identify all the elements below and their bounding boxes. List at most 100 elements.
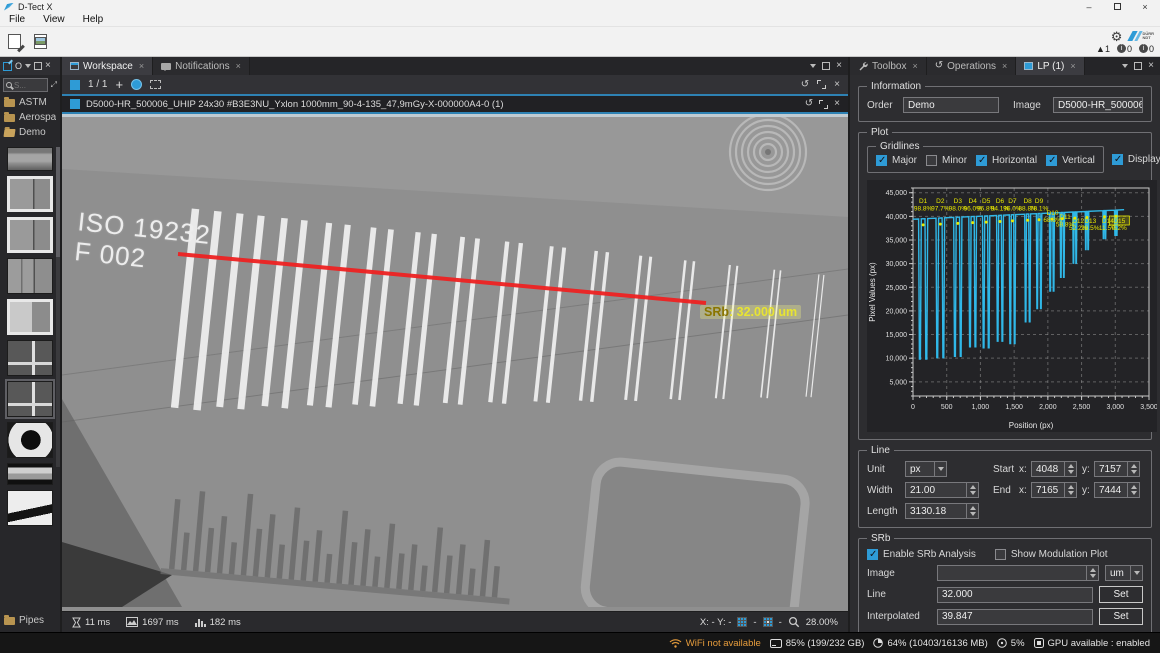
sidebar-scrollbar[interactable] bbox=[56, 147, 60, 467]
start-x-spinner[interactable] bbox=[1065, 461, 1077, 477]
tab-workspace[interactable]: Workspace × bbox=[62, 57, 153, 75]
xray-image-viewport[interactable]: ISO 19232 F 002 SRb: 32.000 um bbox=[62, 114, 848, 611]
order-filter-button[interactable]: O bbox=[15, 61, 22, 71]
add-view-button[interactable]: + bbox=[115, 77, 123, 92]
srb-image-spinner[interactable] bbox=[1087, 565, 1099, 581]
settings-gear-icon[interactable]: ⚙ bbox=[1111, 30, 1123, 43]
menu-view[interactable]: View bbox=[34, 14, 74, 25]
close-icon[interactable]: × bbox=[834, 80, 840, 90]
folder-icon bbox=[4, 617, 15, 625]
checkbox-enable-srb[interactable] bbox=[867, 549, 878, 560]
info-counter[interactable]: i0 bbox=[1139, 44, 1154, 54]
chevron-down-icon[interactable] bbox=[25, 64, 31, 68]
image-select-icon[interactable] bbox=[70, 99, 80, 109]
image-thumbnail[interactable] bbox=[7, 340, 53, 376]
unit-select[interactable]: px bbox=[905, 461, 935, 477]
image-thumbnail[interactable] bbox=[7, 217, 53, 253]
set-line-button[interactable]: Set bbox=[1099, 586, 1143, 603]
checkbox-minor[interactable] bbox=[926, 155, 937, 166]
image-thumbnail[interactable] bbox=[7, 422, 53, 458]
close-tab-icon[interactable]: × bbox=[912, 61, 917, 71]
length-field[interactable]: 3130.18 bbox=[905, 503, 967, 519]
srb-interpolated-field[interactable]: 39.847 bbox=[937, 609, 1093, 625]
start-y-spinner[interactable] bbox=[1128, 461, 1140, 477]
grid-value-icon[interactable] bbox=[737, 617, 747, 627]
error-counter[interactable]: i0 bbox=[1117, 44, 1132, 54]
tab-notifications[interactable]: Notifications × bbox=[153, 57, 250, 75]
checkbox-show-modulation[interactable] bbox=[995, 549, 1006, 560]
checkbox-major[interactable] bbox=[876, 155, 887, 166]
zoom-level[interactable]: 28.00% bbox=[806, 617, 838, 628]
image-thumbnail[interactable] bbox=[7, 176, 53, 212]
end-y-field[interactable]: 7444 bbox=[1094, 482, 1128, 498]
tab-operations[interactable]: ↺ Operations × bbox=[927, 57, 1017, 75]
minimize-button[interactable]: – bbox=[1078, 1, 1100, 13]
start-y-field[interactable]: 7157 bbox=[1094, 461, 1128, 477]
image-report-icon[interactable] bbox=[32, 33, 52, 51]
srb-line-field[interactable]: 32.000 bbox=[937, 587, 1093, 603]
sidebar-item-astm[interactable]: ASTM bbox=[0, 95, 60, 110]
srb-unit-dropdown-icon[interactable] bbox=[1131, 565, 1143, 581]
tab-lp[interactable]: LP (1) × bbox=[1016, 57, 1084, 75]
image-thumbnail[interactable] bbox=[7, 463, 53, 485]
close-tab-icon[interactable]: × bbox=[1070, 61, 1075, 71]
image-thumbnail[interactable] bbox=[7, 147, 53, 171]
length-spinner[interactable] bbox=[967, 503, 979, 519]
fullscreen-icon[interactable] bbox=[817, 80, 826, 89]
edit-icon[interactable] bbox=[3, 62, 12, 71]
close-image-icon[interactable]: × bbox=[834, 99, 840, 109]
checkbox-display-inverted[interactable] bbox=[1112, 154, 1123, 165]
popout-icon[interactable] bbox=[34, 62, 42, 70]
close-button[interactable]: × bbox=[1134, 1, 1156, 13]
select-all-icon[interactable] bbox=[70, 80, 80, 90]
expand-icon[interactable]: ⤢ bbox=[51, 80, 57, 90]
sidebar-item-pipes[interactable]: Pipes bbox=[0, 613, 60, 628]
grid-median-icon[interactable] bbox=[763, 617, 773, 627]
chevron-down-icon[interactable] bbox=[810, 64, 816, 68]
srb-image-field[interactable] bbox=[937, 565, 1087, 581]
close-icon[interactable]: × bbox=[1148, 61, 1154, 71]
close-icon[interactable]: × bbox=[836, 61, 842, 71]
menu-file[interactable]: File bbox=[0, 14, 34, 25]
error-icon: i bbox=[1117, 44, 1126, 53]
popout-icon[interactable] bbox=[822, 62, 830, 70]
checkbox-vertical[interactable] bbox=[1046, 155, 1057, 166]
start-x-field[interactable]: 4048 bbox=[1031, 461, 1065, 477]
menu-help[interactable]: Help bbox=[74, 14, 113, 25]
image-thumbnail[interactable] bbox=[7, 258, 53, 294]
close-tab-icon[interactable]: × bbox=[1002, 61, 1007, 71]
tab-toolbox[interactable]: Toolbox × bbox=[850, 57, 927, 75]
warning-counter[interactable]: ▲1 bbox=[1096, 44, 1110, 54]
line-profile-chart[interactable]: 05001,0001,5002,0002,5003,0003,5005,0001… bbox=[867, 180, 1143, 435]
popout-icon[interactable] bbox=[1134, 62, 1142, 70]
refresh-icon[interactable]: ↺ bbox=[805, 99, 813, 109]
close-tab-icon[interactable]: × bbox=[139, 61, 144, 71]
sidebar-item-aerospace[interactable]: Aerospace bbox=[0, 110, 60, 125]
selection-rect-icon[interactable] bbox=[150, 80, 161, 89]
close-tab-icon[interactable]: × bbox=[236, 61, 241, 71]
end-x-field[interactable]: 7165 bbox=[1031, 482, 1065, 498]
end-y-spinner[interactable] bbox=[1128, 482, 1140, 498]
image-thumbnail-selected[interactable] bbox=[7, 381, 53, 417]
order-field[interactable]: Demo bbox=[903, 97, 999, 113]
checkbox-horizontal[interactable] bbox=[976, 155, 987, 166]
search-input[interactable] bbox=[14, 81, 45, 90]
zoom-magnifier-icon[interactable] bbox=[788, 616, 800, 628]
end-x-spinner[interactable] bbox=[1065, 482, 1077, 498]
unit-dropdown-icon[interactable] bbox=[935, 461, 947, 477]
width-field[interactable]: 21.00 bbox=[905, 482, 967, 498]
chevron-down-icon[interactable] bbox=[1122, 64, 1128, 68]
image-field[interactable]: D5000-HR_500006_UHIP 24x30 #B bbox=[1053, 97, 1143, 113]
close-panel-icon[interactable]: × bbox=[45, 61, 51, 71]
edit-report-icon[interactable] bbox=[6, 33, 26, 51]
maximize-button[interactable] bbox=[1106, 1, 1128, 13]
set-interpolated-button[interactable]: Set bbox=[1099, 608, 1143, 625]
refresh-icon[interactable]: ↺ bbox=[801, 80, 809, 90]
image-thumbnail[interactable] bbox=[7, 490, 53, 526]
image-thumbnail[interactable] bbox=[7, 299, 53, 335]
width-spinner[interactable] bbox=[967, 482, 979, 498]
srb-unit-select[interactable]: um bbox=[1105, 565, 1131, 581]
fullscreen-icon[interactable] bbox=[819, 100, 828, 109]
layout-circle-icon[interactable] bbox=[131, 79, 142, 90]
sidebar-item-demo[interactable]: Demo bbox=[0, 125, 60, 140]
